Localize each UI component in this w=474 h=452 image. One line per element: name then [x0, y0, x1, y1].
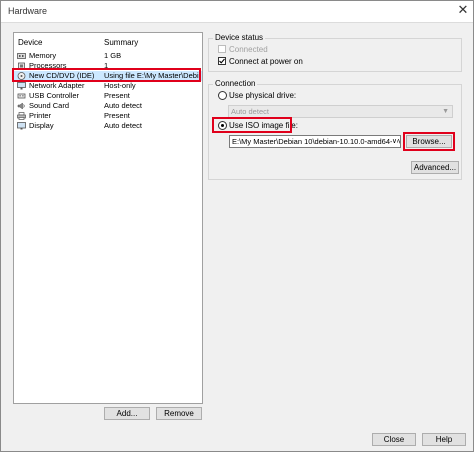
connect-at-power-on-checkbox[interactable] [218, 57, 226, 65]
device-summary: 1 [104, 61, 109, 70]
add-device-button[interactable]: Add... [104, 407, 150, 420]
device-summary: Present [104, 91, 130, 100]
connection-title: Connection [213, 79, 258, 88]
device-row-memory[interactable]: Memory 1 GB [14, 51, 202, 61]
device-name: Memory [29, 51, 57, 60]
device-name: USB Controller [29, 91, 80, 100]
physical-drive-value: Auto detect [231, 107, 269, 116]
device-summary: Host-only [104, 81, 136, 90]
device-list[interactable]: Device Summary Memory 1 GB Processors 1 … [13, 32, 203, 404]
device-name: Printer [29, 111, 52, 120]
device-row-processors[interactable]: Processors 1 [14, 61, 202, 71]
device-row-usb-controller[interactable]: USB Controller Present [14, 91, 202, 101]
device-name: Processors [29, 61, 67, 70]
device-row-sound-card[interactable]: Sound Card Auto detect [14, 101, 202, 111]
checkmark-icon [219, 58, 225, 64]
summary-column-header: Summary [104, 38, 139, 47]
device-name: Display [29, 121, 54, 130]
use-physical-drive-radio[interactable] [218, 91, 227, 100]
memory-icon [17, 53, 26, 59]
connected-label: Connected [229, 45, 268, 54]
device-status-group [208, 38, 462, 72]
network-adapter-icon [17, 82, 26, 90]
window-title: Hardware [8, 6, 48, 16]
device-row-printer[interactable]: Printer Present [14, 111, 202, 121]
device-row-display[interactable]: Display Auto detect [14, 121, 202, 131]
display-icon [17, 122, 26, 130]
use-iso-image-radio[interactable] [218, 121, 227, 130]
device-status-title: Device status [213, 33, 266, 42]
browse-button[interactable]: Browse... [406, 135, 452, 148]
device-name: Network Adapter [29, 81, 85, 90]
device-summary: 1 GB [104, 51, 122, 60]
close-button[interactable]: Close [372, 433, 416, 446]
iso-path-combobox[interactable]: E:\My Master\Debian 10\debian-10.10.0-am… [229, 135, 401, 148]
use-physical-drive-label: Use physical drive: [229, 91, 297, 100]
help-button[interactable]: Help [422, 433, 466, 446]
physical-drive-select[interactable]: Auto detect ▼ [228, 105, 453, 118]
chevron-down-icon: ▼ [442, 108, 449, 115]
title-bar: Hardware ✕ [0, 0, 474, 23]
iso-path-value: E:\My Master\Debian 10\debian-10.10.0-am… [232, 137, 401, 146]
device-row-cd-dvd[interactable]: New CD/DVD (IDE) Using file E:\My Master… [14, 71, 202, 81]
usb-icon [17, 93, 26, 99]
sound-card-icon [17, 102, 25, 110]
device-column-header: Device [18, 38, 43, 47]
printer-icon [17, 112, 26, 120]
device-summary: Auto detect [104, 121, 142, 130]
device-row-network-adapter[interactable]: Network Adapter Host-only [14, 81, 202, 91]
close-window-icon[interactable]: ✕ [456, 3, 470, 17]
device-name: Sound Card [29, 101, 70, 110]
remove-device-button[interactable]: Remove [156, 407, 202, 420]
processor-icon [18, 62, 25, 70]
device-summary: Auto detect [104, 101, 142, 110]
chevron-down-icon: ∨ [391, 136, 397, 147]
cd-dvd-icon [17, 72, 26, 80]
advanced-button[interactable]: Advanced... [411, 161, 459, 174]
device-name: New CD/DVD (IDE) [29, 71, 95, 80]
device-summary: Present [104, 111, 130, 120]
connected-checkbox[interactable] [218, 45, 226, 53]
connect-at-power-on-label: Connect at power on [229, 57, 303, 66]
use-iso-image-label: Use ISO image file: [229, 121, 298, 130]
device-summary: Using file E:\My Master\Debi... [104, 71, 200, 80]
